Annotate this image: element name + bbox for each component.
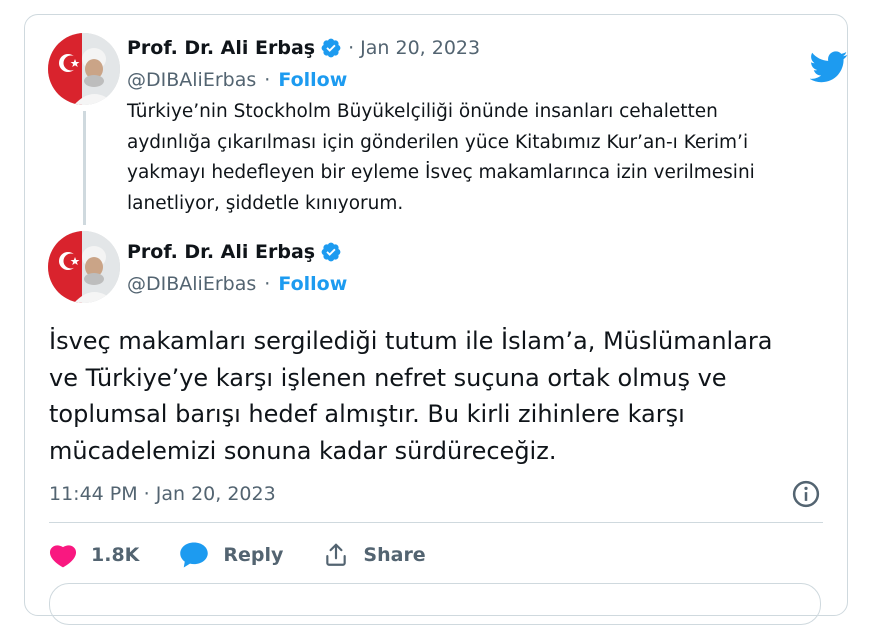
separator-dot: · xyxy=(264,69,271,91)
quoted-author-avatar[interactable] xyxy=(48,33,120,105)
separator-dot: · xyxy=(264,273,271,295)
author-name[interactable]: Prof. Dr. Ali Erbaş xyxy=(127,241,315,263)
tweet-text: İsveç makamları sergilediği tutum ile İs… xyxy=(49,327,773,465)
quoted-tweet-text: Türkiye’nin Stockholm Büyükelçiliği önün… xyxy=(127,101,755,214)
info-icon[interactable] xyxy=(791,479,821,509)
quoted-handle-row: @DIBAliErbas · Follow xyxy=(127,69,347,91)
thread-connector-line xyxy=(83,111,86,225)
separator-dot: · xyxy=(348,37,355,59)
quoted-follow-link[interactable]: Follow xyxy=(278,69,347,91)
like-button[interactable]: 1.8K xyxy=(49,542,139,568)
share-button[interactable]: Share xyxy=(323,542,426,568)
tweet-actions: 1.8K Reply Share xyxy=(49,538,466,572)
read-replies-bar[interactable] xyxy=(49,583,821,625)
reply-button[interactable]: Reply xyxy=(179,541,283,569)
divider xyxy=(49,522,823,523)
verified-badge-icon xyxy=(321,242,341,262)
embedded-tweet-card: Prof. Dr. Ali Erbaş · Jan 20, 2023 @DIBA… xyxy=(24,14,848,625)
handle-row: @DIBAliErbas · Follow xyxy=(127,273,347,295)
quoted-author-handle[interactable]: @DIBAliErbas xyxy=(127,69,256,91)
tweet-timestamp[interactable]: 11:44 PM · Jan 20, 2023 xyxy=(49,483,276,505)
author-row: Prof. Dr. Ali Erbaş xyxy=(127,241,342,263)
like-count: 1.8K xyxy=(91,544,140,566)
verified-badge-icon xyxy=(321,38,341,58)
follow-link[interactable]: Follow xyxy=(278,273,347,295)
heart-icon xyxy=(49,545,77,568)
share-arrow-icon xyxy=(326,543,347,566)
twitter-bird-icon[interactable] xyxy=(810,51,848,83)
reply-label: Reply xyxy=(223,544,284,566)
speech-bubble-icon xyxy=(180,542,209,568)
author-handle[interactable]: @DIBAliErbas xyxy=(127,273,256,295)
share-label: Share xyxy=(363,544,426,566)
author-avatar[interactable] xyxy=(48,231,120,303)
quoted-author-name[interactable]: Prof. Dr. Ali Erbaş xyxy=(127,37,315,59)
quoted-tweet-date[interactable]: Jan 20, 2023 xyxy=(360,37,480,59)
quoted-author-row: Prof. Dr. Ali Erbaş · Jan 20, 2023 xyxy=(127,37,480,59)
